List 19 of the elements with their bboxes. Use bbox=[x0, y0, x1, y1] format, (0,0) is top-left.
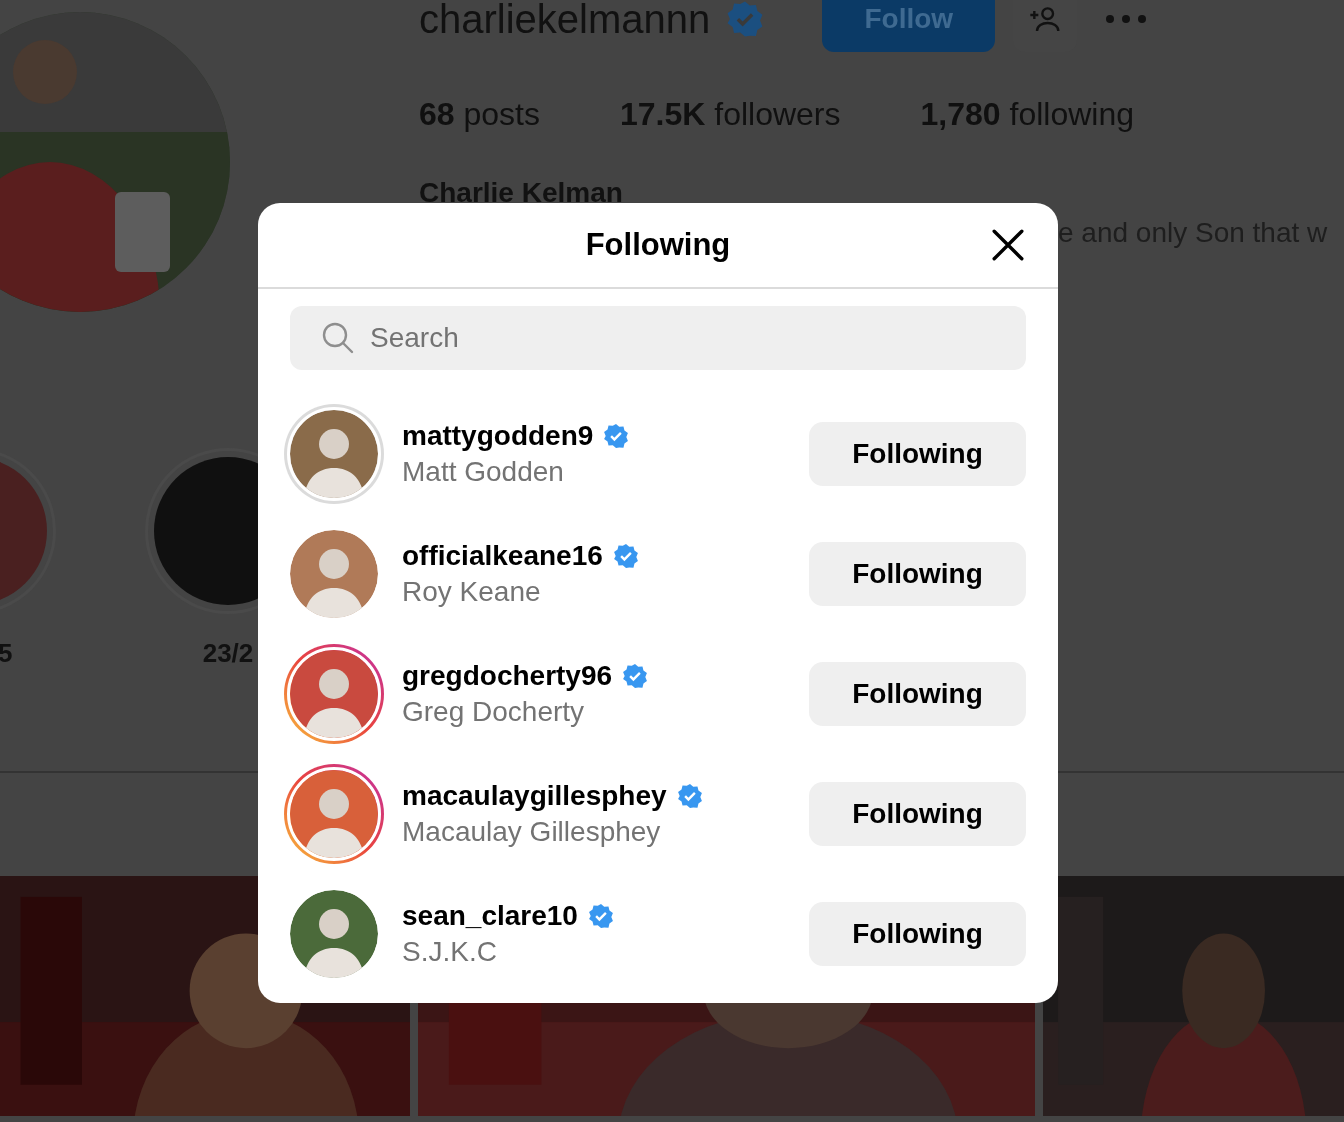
account-username[interactable]: officialkeane16 bbox=[402, 540, 603, 572]
following-button[interactable]: Following bbox=[809, 542, 1026, 606]
account-username[interactable]: gregdocherty96 bbox=[402, 660, 613, 692]
following-button[interactable]: Following bbox=[809, 902, 1026, 966]
account-username[interactable]: macaulaygillesphey bbox=[402, 780, 667, 812]
account-name: Roy Keane bbox=[402, 576, 542, 608]
dialog-title: Following bbox=[585, 227, 731, 263]
search-icon bbox=[322, 322, 354, 354]
account-name: Greg Docherty bbox=[402, 696, 586, 728]
search-field[interactable]: Search bbox=[290, 306, 1026, 370]
account-username[interactable]: mattygodden9 bbox=[402, 420, 594, 452]
account-name: Matt Godden bbox=[402, 456, 565, 488]
close-icon[interactable] bbox=[991, 228, 1025, 262]
account-name: Macaulay Gillesphey bbox=[402, 816, 662, 848]
account-name: S.J.K.C bbox=[402, 936, 498, 968]
following-button[interactable]: Following bbox=[809, 422, 1026, 486]
following-button[interactable]: Following bbox=[809, 782, 1026, 846]
account-username[interactable]: sean_clare10 bbox=[402, 900, 578, 932]
following-button[interactable]: Following bbox=[809, 662, 1026, 726]
